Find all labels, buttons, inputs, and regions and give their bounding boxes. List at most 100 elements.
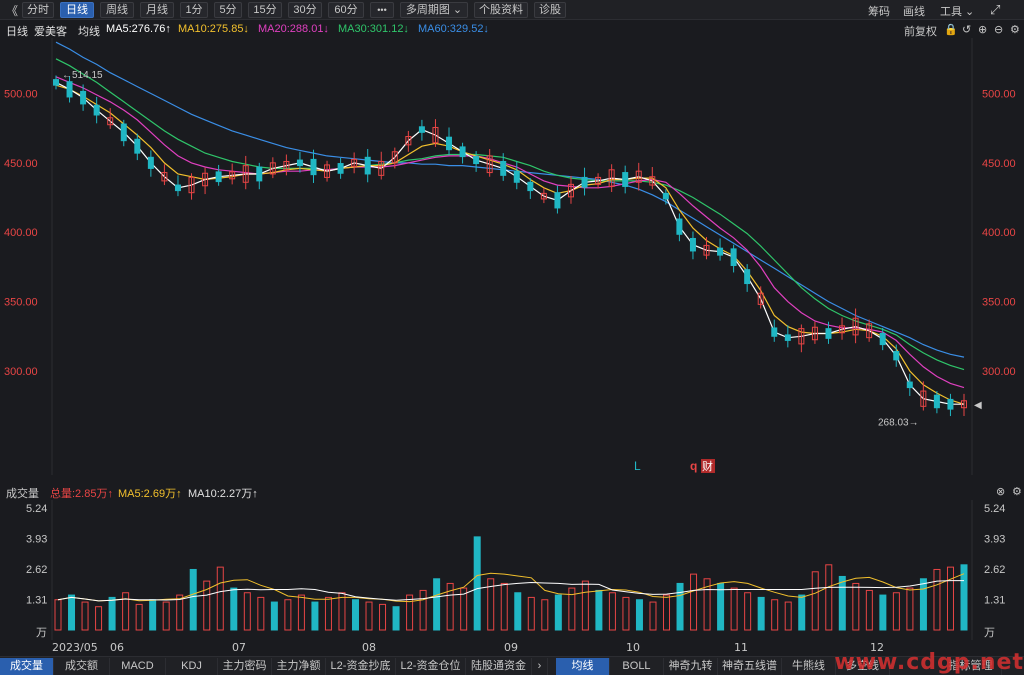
tab-30min[interactable]: 30分 (288, 2, 322, 18)
zoom-out-icon[interactable]: ⊖ (994, 23, 1003, 36)
ma20-value: MA20:288.01↓ (258, 23, 329, 35)
price-tick-left: 500.00 (4, 88, 38, 100)
volume-bar (798, 594, 806, 631)
diagnose-button[interactable]: 诊股 (534, 2, 566, 18)
candle-body (676, 218, 683, 235)
volume-bar (500, 582, 508, 631)
tab-macd[interactable]: MACD (110, 658, 166, 675)
candle-body (933, 394, 940, 409)
volume-bar (338, 592, 346, 631)
tab-magic-five[interactable]: 神奇五线谱 (718, 658, 782, 675)
zoom-in-icon[interactable]: ⊕ (978, 23, 987, 36)
lock-icon[interactable]: 🔒 (944, 23, 958, 36)
close-icon[interactable]: ⊗ (996, 485, 1005, 498)
tab-volume[interactable]: 成交量 (0, 658, 54, 675)
ma10-value: MA10:275.85↓ (178, 23, 249, 35)
multi-period-dropdown[interactable]: 多周期图 ⌄ (400, 2, 468, 18)
volume-bar (744, 592, 752, 631)
date-tick: 06 (110, 641, 124, 654)
more-button[interactable]: ••• (370, 2, 394, 18)
tab-magic-nine[interactable]: 神奇九转 (664, 658, 718, 675)
tab-fenshi[interactable]: 分时 (22, 2, 54, 18)
price-tick-right: 500.00 (982, 88, 1016, 100)
volume-bar (527, 596, 535, 631)
volume-bar (690, 573, 698, 631)
marker-cai: 财 (702, 459, 713, 473)
draw-line-button[interactable]: 画线 (903, 3, 925, 19)
vol-unit-right: 万 (984, 627, 995, 639)
volume-bar (149, 599, 157, 631)
stock-info-button[interactable]: 个股资料 (474, 2, 528, 18)
tab-boll[interactable]: BOLL (610, 658, 664, 675)
volume-bar (771, 599, 779, 631)
expand-icon[interactable]: ⤢ (990, 2, 1000, 18)
volume-chart[interactable]: 5.24 5.24 3.93 3.93 2.62 2.62 1.31 1.31 万 万 (0, 500, 1024, 640)
tab-rixian[interactable]: 日线 (60, 2, 94, 18)
volume-bar (811, 571, 819, 631)
tab-l2-position[interactable]: L2-资金仓位 (396, 658, 466, 675)
date-tick: 07 (232, 641, 246, 654)
undo-icon[interactable]: ↺ (962, 23, 971, 36)
volume-bar (825, 564, 833, 631)
adjust-mode[interactable]: 前复权 (904, 23, 937, 39)
volume-bar (351, 599, 359, 631)
volume-ma10: MA10:2.27万↑ (188, 488, 258, 500)
marker-l: L (634, 459, 641, 473)
date-tick: 2023/05 (52, 641, 98, 654)
back-icon[interactable]: 《 (6, 2, 18, 19)
settings-icon[interactable]: ⚙ (1010, 23, 1020, 36)
date-tick: 08 (362, 641, 376, 654)
volume-bar (365, 601, 373, 631)
candle-body (784, 334, 791, 341)
volume-bar (581, 580, 589, 631)
tab-1min[interactable]: 1分 (180, 2, 208, 18)
vol-tick-left: 5.24 (26, 503, 47, 515)
tab-zhouxian[interactable]: 周线 (100, 2, 134, 18)
chevron-right-icon[interactable]: › (532, 658, 548, 675)
candle-body (147, 156, 154, 169)
volume-bar (419, 589, 427, 631)
stock-name[interactable]: 爱美客 (34, 23, 67, 39)
tab-l2-bottom[interactable]: L2-资金抄底 (326, 658, 396, 675)
tab-turnover[interactable]: 成交额 (54, 658, 110, 675)
tab-5min[interactable]: 5分 (214, 2, 242, 18)
volume-bar (933, 568, 941, 631)
tools-dropdown[interactable]: 工具 ⌄ (940, 3, 974, 19)
candle-body (825, 328, 832, 339)
candle-body (174, 184, 181, 192)
candle-body (473, 156, 480, 165)
vol-unit-left: 万 (36, 627, 47, 639)
volume-bar (514, 592, 522, 631)
candle-body (53, 79, 59, 86)
volume-title[interactable]: 成交量 (6, 485, 39, 501)
volume-bar (162, 601, 170, 631)
tab-hk-connect[interactable]: 陆股通资金 (466, 658, 532, 675)
ma60-value: MA60:329.52↓ (418, 23, 489, 35)
tab-kdj[interactable]: KDJ (166, 658, 218, 675)
ma30-value: MA30:301.12↓ (338, 23, 409, 35)
indicator-mode[interactable]: 均线 (78, 23, 100, 39)
tab-15min[interactable]: 15分 (248, 2, 282, 18)
volume-bar (189, 568, 197, 631)
volume-bar (946, 566, 954, 631)
tab-bull-bear[interactable]: 牛熊线 (782, 658, 836, 675)
candle-body (771, 327, 778, 337)
tab-ma[interactable]: 均线 (556, 658, 610, 675)
tab-60min[interactable]: 60分 (328, 2, 364, 18)
tab-main-code[interactable]: 主力密码 (218, 658, 272, 675)
vol-tick-right: 1.31 (984, 595, 1005, 607)
candle-body (93, 104, 100, 116)
gear-icon[interactable]: ⚙ (1012, 485, 1022, 498)
price-tick-left: 400.00 (4, 227, 38, 239)
volume-bar (81, 601, 89, 631)
marker-q: q (690, 459, 697, 473)
tab-yuexian[interactable]: 月线 (140, 2, 174, 18)
candle-body (310, 158, 317, 176)
candle-body (134, 138, 141, 154)
candlestick-chart[interactable]: 500.00 500.00 450.00 450.00 400.00 400.00 350.… (0, 38, 1024, 475)
tab-main-net[interactable]: 主力净额 (272, 658, 326, 675)
indicator-tabs: 成交量 成交额 MACD KDJ 主力密码 主力净额 L2-资金抄底 L2-资金… (0, 650, 1024, 675)
chip-button[interactable]: 筹码 (868, 3, 890, 19)
candle-body (717, 247, 724, 256)
candle-body (364, 156, 371, 175)
